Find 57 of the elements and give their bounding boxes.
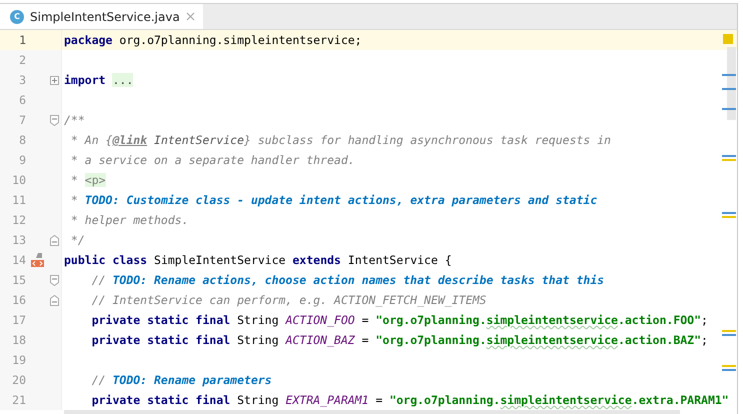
line-number: 14 (11, 253, 26, 267)
code-line: public class SimpleIntentService extends IntentService { (63, 252, 452, 269)
line-number: 12 (11, 213, 26, 227)
error-stripe-mark[interactable] (722, 330, 736, 332)
code-line: // TODO: Rename actions, choose action names that describe tasks that this (90, 272, 604, 289)
code-brackets-icon[interactable] (30, 252, 44, 268)
fold-expand-icon[interactable] (50, 76, 58, 84)
code-line: // TODO: Rename parameters (90, 372, 272, 389)
code-line: private static final String EXTRA_PARAM1 = "org.o7planning.simpleintentservice.extra.PARAM1" (90, 392, 729, 409)
line-number: 13 (11, 233, 26, 247)
vertical-scrollbar-thumb[interactable] (727, 47, 736, 120)
line-number: 1 (18, 33, 26, 47)
line-number: 20 (11, 373, 26, 387)
fold-collapse-icon[interactable] (50, 114, 58, 126)
code-line: package org.o7planning.simpleintentservice; (63, 32, 362, 49)
error-stripe-mark[interactable] (722, 108, 736, 110)
fold-collapse-icon[interactable] (50, 274, 58, 286)
fold-collapse-icon[interactable] (50, 294, 58, 306)
line-number: 7 (18, 113, 26, 127)
line-number: 6 (18, 93, 26, 107)
code-line: /** (63, 112, 85, 129)
file-tab[interactable]: C SimpleIntentService.java (0, 4, 203, 29)
error-stripe-mark[interactable] (722, 88, 736, 90)
error-stripe-mark[interactable] (722, 159, 736, 161)
code-line: */ (70, 232, 85, 249)
error-stripe-mark[interactable] (722, 216, 736, 218)
line-number: 2 (18, 53, 26, 67)
code-line: * a service on a separate handler thread. (70, 152, 355, 169)
line-number: 15 (11, 273, 26, 287)
line-number: 19 (11, 353, 26, 367)
close-icon[interactable] (186, 12, 195, 21)
warning-indicator-icon[interactable] (723, 34, 733, 44)
code-line: private static final String ACTION_BAZ = "org.o7planning.simpleintentservice.action.BAZ"; (90, 332, 708, 349)
error-stripe-mark[interactable] (722, 334, 736, 336)
code-line: * helper methods. (70, 212, 189, 229)
code-line: * An {@link IntentService} subclass for handling asynchronous task requests in (70, 132, 611, 149)
line-number: 21 (11, 393, 26, 407)
line-number: 18 (11, 333, 26, 347)
error-stripe-mark[interactable] (722, 212, 736, 214)
code-line: * <p> (70, 172, 106, 189)
error-stripe-mark[interactable] (722, 155, 736, 157)
line-number: 11 (11, 193, 26, 207)
code-line: import ... (63, 72, 134, 89)
error-stripe-mark[interactable] (722, 369, 736, 371)
error-stripe-mark[interactable] (722, 365, 736, 367)
code-line: * TODO: Customize class - update intent actions, extra parameters and static (70, 192, 598, 209)
line-number: 9 (18, 153, 26, 167)
line-number: 17 (11, 313, 26, 327)
class-icon: C (10, 10, 24, 24)
line-number: 16 (11, 293, 26, 307)
code-line: private static final String ACTION_FOO = "org.o7planning.simpleintentservice.action.FOO"; (90, 312, 708, 329)
line-number: 8 (18, 133, 26, 147)
fold-collapse-icon[interactable] (50, 234, 58, 246)
line-number: 10 (11, 173, 26, 187)
error-stripe-mark[interactable] (722, 74, 736, 76)
code-line: // IntentService can perform, e.g. ACTION_FETCH_NEW_ITEMS (90, 292, 486, 309)
line-number: 3 (18, 73, 26, 87)
